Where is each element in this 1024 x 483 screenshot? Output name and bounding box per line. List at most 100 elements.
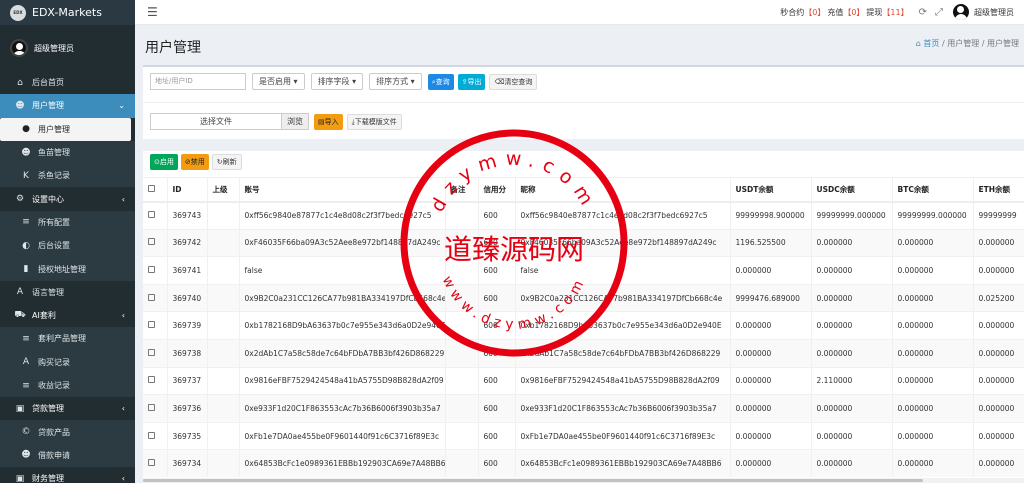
topbar-notifications: 秒合约【0】 充值【0】 提现【11】 ⟳ ⤢ 超级管理员 bbox=[780, 4, 1014, 20]
enable-button[interactable]: ⊙ 启用 bbox=[150, 154, 178, 170]
avatar[interactable] bbox=[953, 4, 969, 20]
withdraw-link[interactable]: 提现【11】 bbox=[866, 7, 908, 18]
sidebar-item-9[interactable]: A 语言管理 bbox=[0, 281, 135, 304]
sidebar-item-3[interactable]: ☻ 鱼苗管理 bbox=[0, 140, 135, 165]
row-checkbox[interactable] bbox=[148, 211, 155, 219]
app-logo[interactable]: EDX EDX-Markets bbox=[0, 0, 135, 25]
export-button[interactable]: ⇪ 导出 bbox=[457, 73, 486, 90]
horizontal-scrollbar[interactable] bbox=[143, 478, 1024, 483]
row-checkbox[interactable] bbox=[148, 376, 155, 384]
search-input[interactable]: 地址/用户ID bbox=[150, 73, 246, 90]
sidebar-item-label: 杀鱼记录 bbox=[38, 171, 70, 181]
row-checkbox[interactable] bbox=[148, 293, 155, 301]
table-cell bbox=[207, 201, 240, 230]
table-cell: 0.000000 bbox=[892, 421, 974, 450]
column-header[interactable]: ETH余额 bbox=[973, 177, 1024, 203]
table-cell: 0xe933F1d20C1F863553cAc7b36B6006f3903b35… bbox=[515, 394, 731, 423]
column-header[interactable]: USDT余额 bbox=[730, 177, 812, 203]
import-button[interactable]: ▤ 导入 bbox=[314, 113, 343, 130]
sidebar-item-0[interactable]: ⌂ 后台首页 bbox=[0, 71, 135, 94]
breadcrumb-home[interactable]: ⌂ 首页 bbox=[916, 39, 940, 48]
table-cell: 0.000000 bbox=[811, 421, 893, 450]
column-header[interactable]: 信用分 bbox=[478, 177, 516, 203]
sidebar-item-11[interactable]: ≡ 套利产品管理 bbox=[0, 327, 135, 351]
sidebar-item-14[interactable]: ▣ 贷款管理 ‹ bbox=[0, 397, 135, 420]
table-cell: 0.000000 bbox=[892, 394, 974, 423]
column-header[interactable]: ID bbox=[167, 177, 208, 203]
fullscreen-icon[interactable]: ⤢ bbox=[935, 7, 943, 18]
table-row[interactable]: 369739 0xb1782168D9bA63637b0c7e955e343d6a… bbox=[143, 311, 1024, 340]
table-row[interactable]: 369743 0xff56c9840e87877c1c4e8d08c2f3f7be… bbox=[143, 201, 1024, 230]
sidebar-item-1[interactable]: ☻ 用户管理 ⌄ bbox=[0, 94, 135, 118]
topbar-user-name[interactable]: 超级管理员 bbox=[974, 7, 1014, 18]
table-row[interactable]: 369735 0xFb1e7DA0ae455be0F9601440f91c6C37… bbox=[143, 421, 1024, 450]
copyright-icon: © bbox=[21, 427, 31, 438]
row-checkbox[interactable] bbox=[148, 348, 155, 356]
table-cell: 0x64853BcFc1e0989361EBBb192903CA69e7A48B… bbox=[239, 449, 446, 478]
table-row[interactable]: 369737 0x9816eFBF7529424548a41bA5755D98B8… bbox=[143, 366, 1024, 395]
table-cell: 0xFb1e7DA0ae455be0F9601440f91c6C3716f89E… bbox=[515, 421, 731, 450]
row-checkbox[interactable] bbox=[148, 265, 155, 273]
browse-button[interactable]: 浏览 bbox=[282, 113, 309, 130]
column-header[interactable]: 昵称 bbox=[515, 177, 731, 203]
sidebar-item-17[interactable]: ▣ 财务管理 ‹ bbox=[0, 467, 135, 483]
language-icon: A bbox=[16, 287, 24, 298]
divider bbox=[143, 102, 1024, 103]
table-row[interactable]: 369740 0x9B2C0a231CC126CA77b981BA334197Df… bbox=[143, 283, 1024, 312]
sidebar-item-6[interactable]: ≡ 所有配置 bbox=[0, 210, 135, 235]
column-header[interactable]: USDC余额 bbox=[811, 177, 893, 203]
sidebar-item-5[interactable]: ⚙ 设置中心 ‹ bbox=[0, 187, 135, 210]
sidebar-item-15[interactable]: © 贷款产品 bbox=[0, 420, 135, 444]
row-checkbox[interactable] bbox=[148, 321, 155, 329]
refresh-button[interactable]: ↻ 刷新 bbox=[211, 154, 242, 170]
scrollbar-thumb[interactable] bbox=[143, 479, 923, 482]
table-row[interactable]: 369742 0xF46035F66ba09A3c52Aee8e972bf1488… bbox=[143, 228, 1024, 257]
column-header[interactable]: 上级 bbox=[207, 177, 240, 203]
contract-link[interactable]: 秒合约【0】 bbox=[780, 7, 825, 18]
chevron-left-icon: ‹ bbox=[121, 404, 125, 414]
sidebar-item-12[interactable]: A 购买记录 bbox=[0, 350, 135, 374]
sidebar-item-13[interactable]: ≡ 收益记录 bbox=[0, 373, 135, 398]
query-button[interactable]: ⌕ 查询 bbox=[427, 73, 454, 90]
disable-button[interactable]: ⊘ 禁用 bbox=[180, 154, 209, 170]
table-row[interactable]: 369741 false 600 false 0.000000 0.000000 0.000… bbox=[143, 256, 1024, 285]
table-row[interactable]: 369734 0x64853BcFc1e0989361EBBb192903CA69… bbox=[143, 449, 1024, 478]
row-checkbox[interactable] bbox=[148, 459, 155, 467]
table-row[interactable]: 369738 0x2dAb1C7a58c58de7c64bFDbA7BB3bf42… bbox=[143, 338, 1024, 368]
column-header[interactable]: BTC余额 bbox=[892, 177, 974, 203]
menu-toggle-icon[interactable]: ☰ bbox=[147, 5, 158, 19]
table-cell: 600 bbox=[478, 421, 516, 450]
table-row[interactable]: 369736 0xe933F1d20C1F863553cAc7b36B6006f3… bbox=[143, 394, 1024, 423]
row-checkbox[interactable] bbox=[148, 431, 155, 439]
sort-field-select[interactable]: 排序字段 ▾ bbox=[310, 73, 364, 90]
table-cell: 369735 bbox=[167, 421, 208, 450]
table-cell bbox=[207, 338, 240, 368]
table-cell: 0x9816eFBF7529424548a41bA5755D98B828dA2f… bbox=[515, 366, 731, 395]
sidebar-item-7[interactable]: ◐ 后台设置 bbox=[0, 234, 135, 258]
table-cell: 0x9816eFBF7529424548a41bA5755D98B828dA2f… bbox=[239, 366, 446, 395]
sort-order-select[interactable]: 排序方式 ▾ bbox=[369, 73, 422, 90]
sidebar-item-10[interactable]: ⛟ AI套利 ‹ bbox=[0, 304, 135, 327]
breadcrumb-level1[interactable]: 用户管理 bbox=[947, 39, 979, 48]
recharge-link[interactable]: 充值【0】 bbox=[827, 7, 864, 18]
row-select-cell bbox=[143, 311, 168, 340]
column-header[interactable]: 账号 bbox=[239, 177, 446, 203]
sidebar-item-8[interactable]: ▮ 授权地址管理 bbox=[0, 257, 135, 281]
refresh-icon[interactable]: ⟳ bbox=[919, 7, 927, 18]
enabled-select[interactable]: 是否启用 ▾ bbox=[252, 73, 305, 90]
sidebar-item-16[interactable]: ☻ 借款申请 bbox=[0, 443, 135, 468]
row-checkbox[interactable] bbox=[148, 403, 155, 411]
select-all-checkbox[interactable] bbox=[148, 184, 155, 192]
book-icon: ▮ bbox=[23, 264, 29, 275]
sidebar-item-label: 后台设置 bbox=[38, 241, 70, 251]
clear-query-button[interactable]: ⌫ 清空查询 bbox=[489, 73, 538, 90]
row-checkbox[interactable] bbox=[148, 238, 155, 246]
sidebar-item-2[interactable]: ● 用户管理 bbox=[0, 117, 131, 141]
table-cell bbox=[207, 283, 240, 312]
chevron-left-icon: ‹ bbox=[121, 474, 125, 483]
table-cell: 0x2dAb1C7a58c58de7c64bFDbA7BB3bf426D8682… bbox=[239, 338, 446, 368]
column-header[interactable]: 备注 bbox=[445, 177, 479, 203]
sidebar-item-4[interactable]: K 杀鱼记录 bbox=[0, 164, 135, 188]
file-input[interactable]: 选择文件 bbox=[150, 113, 282, 130]
download-template-button[interactable]: ⤓ 下载模版文件 bbox=[346, 113, 402, 130]
